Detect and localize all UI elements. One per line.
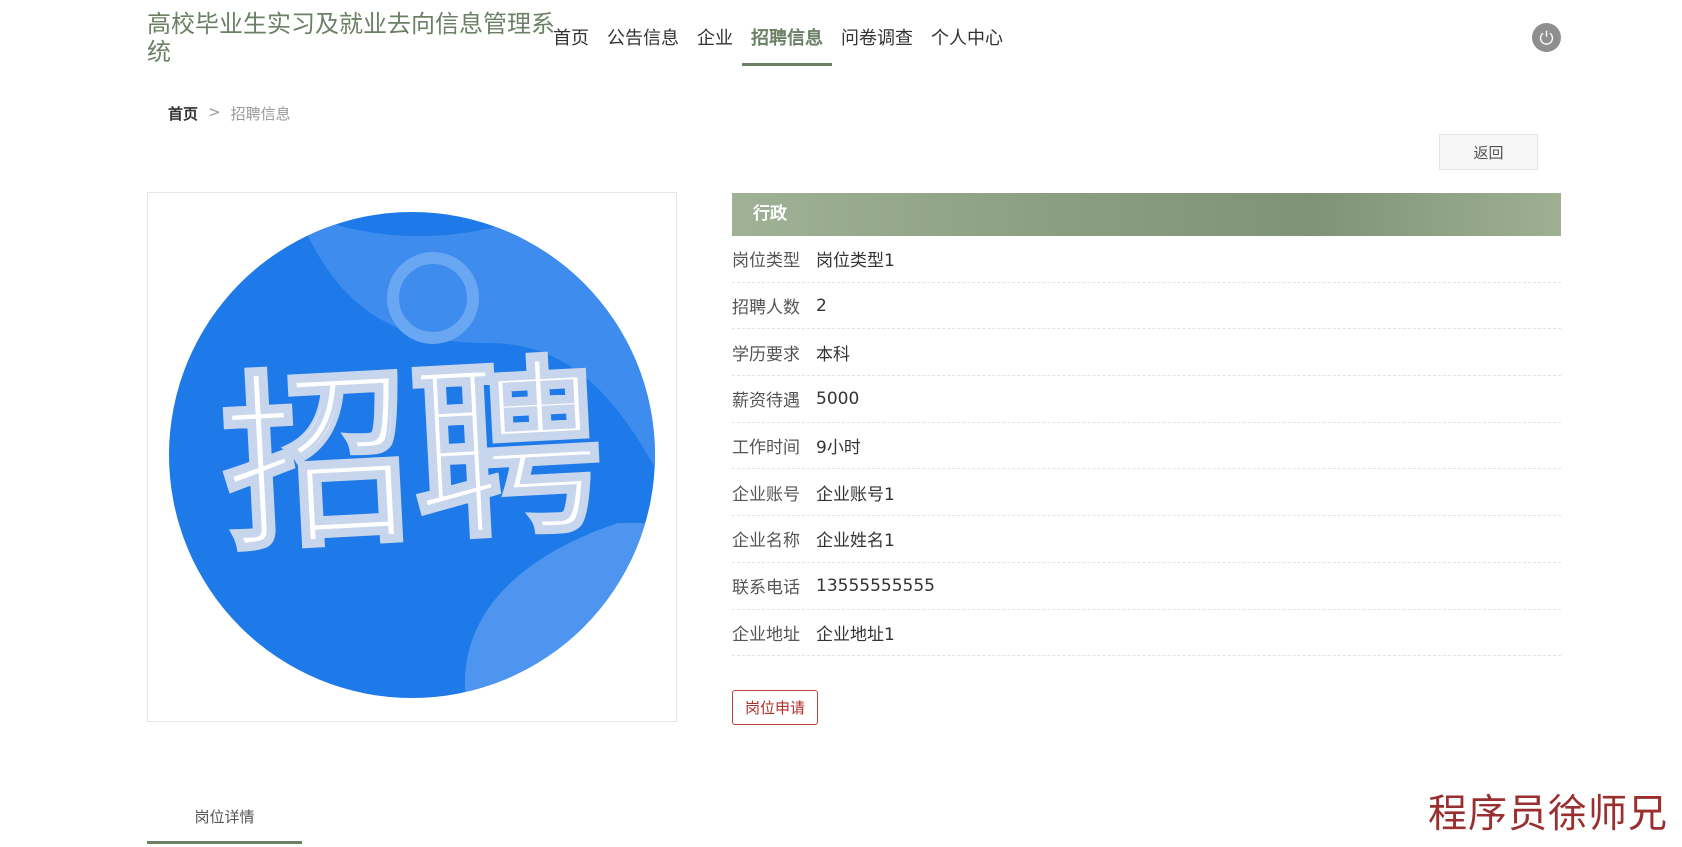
detail-value: 企业姓名1 xyxy=(816,531,895,552)
detail-label: 工作时间 xyxy=(732,438,800,459)
watermark: 程序员徐师兄 xyxy=(1428,792,1669,837)
nav-announcements[interactable]: 公告信息 xyxy=(598,24,688,66)
detail-label: 岗位类型 xyxy=(732,251,800,272)
nav-profile[interactable]: 个人中心 xyxy=(922,24,1012,66)
tab-job-details[interactable]: 岗位详情 xyxy=(147,800,302,844)
detail-row: 薪资待遇 5000 xyxy=(732,376,1561,423)
apply-button[interactable]: 岗位申请 xyxy=(732,690,818,725)
detail-value: 岗位类型1 xyxy=(816,251,895,272)
nav-companies[interactable]: 企业 xyxy=(688,24,742,66)
detail-row: 企业地址 企业地址1 xyxy=(732,610,1561,657)
detail-row: 联系电话 13555555555 xyxy=(732,563,1561,610)
breadcrumb-separator: > xyxy=(208,103,221,121)
detail-row: 企业名称 企业姓名1 xyxy=(732,516,1561,563)
job-image: 招聘 xyxy=(147,192,677,722)
detail-value: 13555555555 xyxy=(816,575,935,596)
main-nav: 首页 公告信息 企业 招聘信息 问卷调查 个人中心 xyxy=(544,24,1012,66)
breadcrumb-current: 招聘信息 xyxy=(230,105,291,123)
image-text: 招聘 xyxy=(217,337,608,578)
detail-label: 薪资待遇 xyxy=(732,391,800,412)
nav-survey[interactable]: 问卷调查 xyxy=(832,24,922,66)
detail-label: 企业名称 xyxy=(732,531,800,552)
power-icon[interactable] xyxy=(1532,23,1561,52)
detail-value: 2 xyxy=(816,295,827,316)
job-title: 行政 xyxy=(732,193,1561,236)
detail-label: 企业地址 xyxy=(732,624,800,645)
nav-home[interactable]: 首页 xyxy=(544,24,598,66)
detail-label: 学历要求 xyxy=(732,344,800,365)
detail-value: 企业地址1 xyxy=(816,624,895,645)
detail-row: 企业账号 企业账号1 xyxy=(732,469,1561,517)
detail-row: 工作时间 9小时 xyxy=(732,423,1561,470)
nav-recruitment[interactable]: 招聘信息 xyxy=(742,24,832,66)
detail-value: 9小时 xyxy=(816,438,861,459)
detail-value: 企业账号1 xyxy=(816,484,895,505)
detail-row: 招聘人数 2 xyxy=(732,283,1561,330)
detail-value: 5000 xyxy=(816,388,860,409)
breadcrumb-home[interactable]: 首页 xyxy=(168,103,198,124)
detail-value: 本科 xyxy=(816,344,850,365)
breadcrumb: 首页 > 招聘信息 xyxy=(168,103,291,124)
job-info-panel: 行政 岗位类型 岗位类型1 招聘人数 2 学历要求 本科薪资待遇 5000 工作时间 9小时企业… xyxy=(732,193,1561,657)
app-title: 高校毕业生实习及就业去向信息管理系统 xyxy=(147,10,555,66)
detail-label: 联系电话 xyxy=(732,578,800,599)
back-button[interactable]: 返回 xyxy=(1439,134,1538,170)
detail-row: 岗位类型 岗位类型1 xyxy=(732,236,1561,283)
detail-row: 学历要求 本科 xyxy=(732,329,1561,377)
detail-label: 招聘人数 xyxy=(732,298,800,319)
detail-label: 企业账号 xyxy=(732,484,800,505)
